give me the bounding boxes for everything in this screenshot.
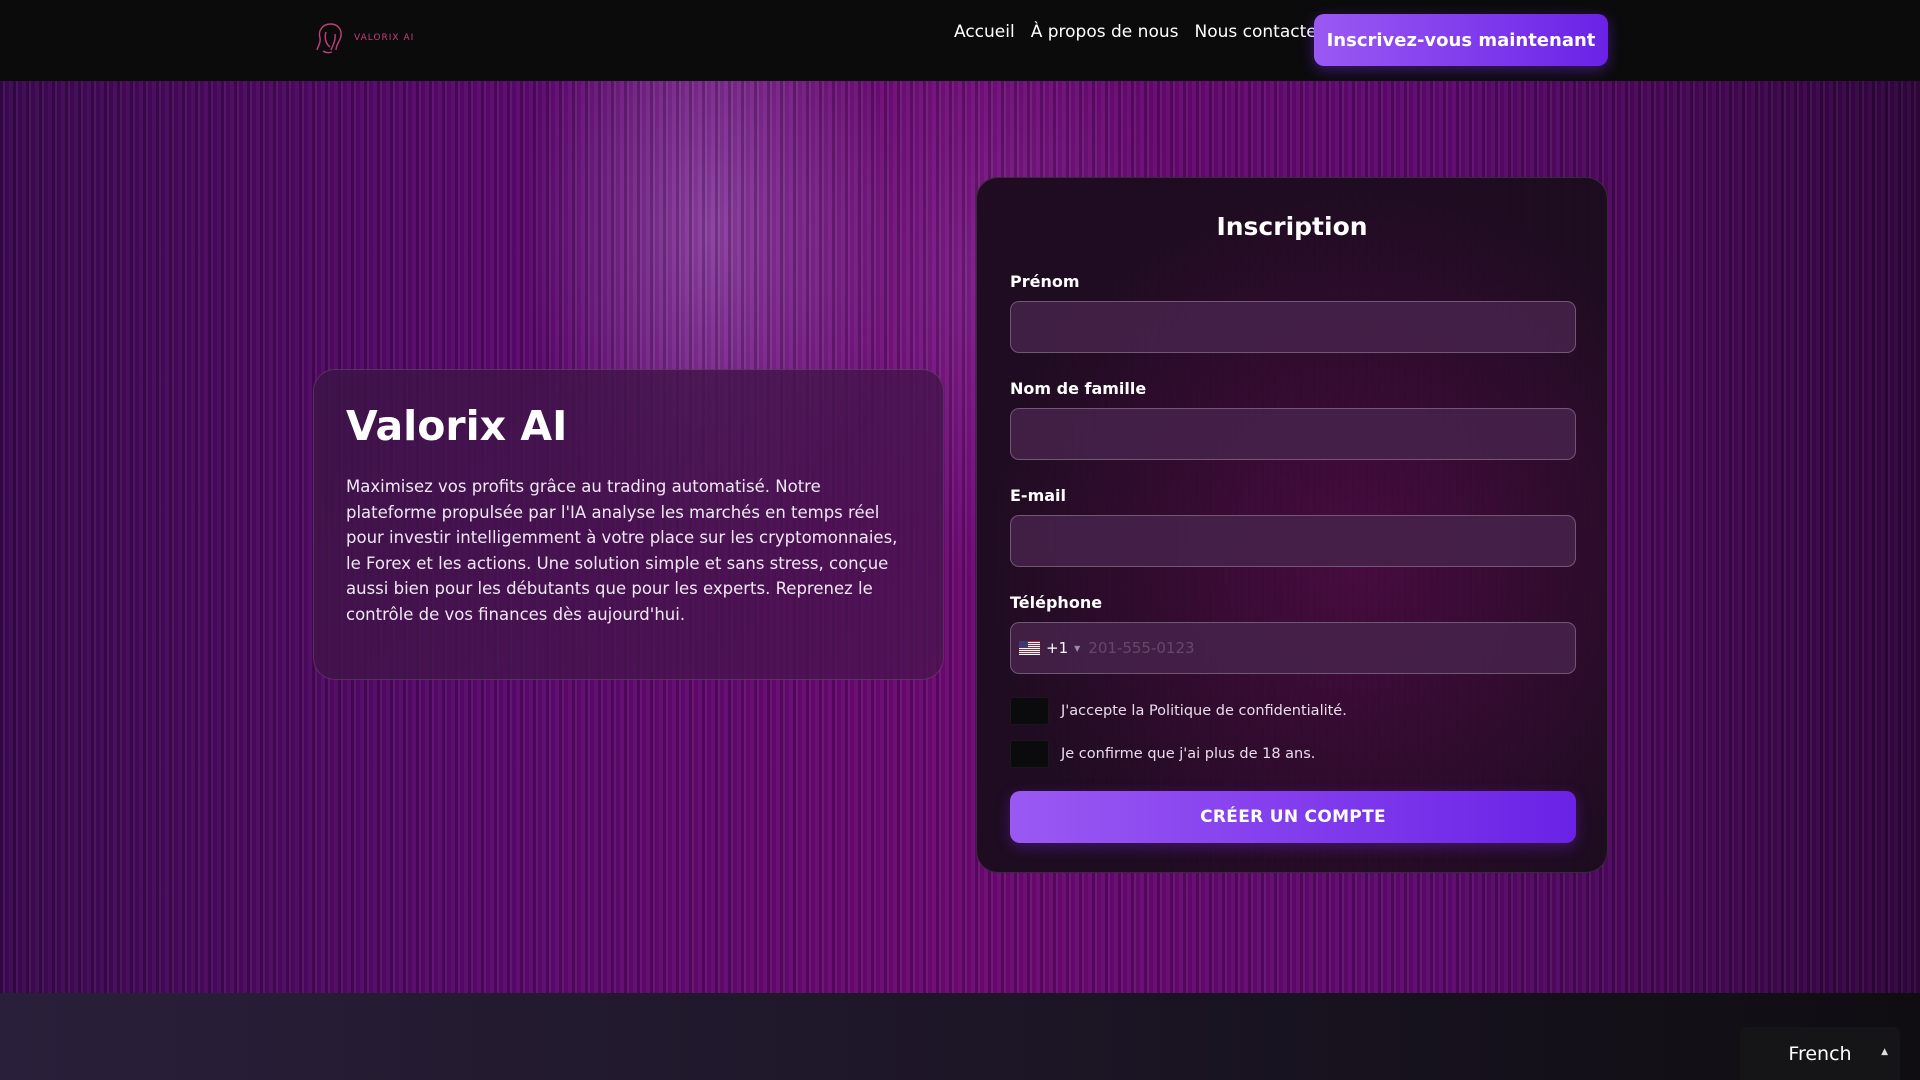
hero-description: Maximisez vos profits grâce au trading a… (346, 477, 898, 624)
info-card: Valorix AI Maximisez vos profits grâce a… (313, 369, 944, 680)
us-flag-icon[interactable] (1019, 641, 1040, 655)
phone-input[interactable] (1080, 623, 1575, 673)
signup-form: Inscription Prénom Nom de famille E-mail… (976, 177, 1608, 873)
hero-title: Valorix AI (346, 402, 568, 450)
phone-field: +1 ▼ (1010, 622, 1576, 674)
privacy-consent-row: J'accepte la Politique de confidentialit… (1010, 697, 1574, 725)
footer-band (0, 993, 1920, 1080)
email-input[interactable] (1010, 515, 1576, 567)
email-label: E-mail (1010, 486, 1067, 505)
language-selector[interactable]: French ▲ (1740, 1027, 1900, 1080)
last-name-input[interactable] (1010, 408, 1576, 460)
privacy-checkbox-label: J'accepte la Politique de confidentialit… (1061, 703, 1347, 719)
first-name-input[interactable] (1010, 301, 1576, 353)
age-checkbox-label: Je confirme que j'ai plus de 18 ans. (1061, 746, 1316, 762)
nav-link-home[interactable]: Accueil (954, 22, 1015, 42)
main-nav: Accueil À propos de nous Nous contacter (954, 22, 1324, 42)
age-checkbox[interactable] (1010, 740, 1049, 768)
logo[interactable]: VALORIX AI (314, 20, 414, 56)
language-selected-label: French (1788, 1042, 1852, 1065)
logo-mark-icon (316, 23, 342, 54)
age-confirm-row: Je confirme que j'ai plus de 18 ans. (1010, 740, 1574, 768)
first-name-label: Prénom (1010, 272, 1080, 291)
logo-text: VALORIX AI (354, 33, 415, 43)
nav-link-contact[interactable]: Nous contacter (1194, 22, 1323, 42)
create-account-button[interactable]: CRÉER UN COMPTE (1010, 791, 1576, 843)
form-title: Inscription (1216, 212, 1368, 241)
top-header: VALORIX AI Accueil À propos de nous Nous… (0, 0, 1920, 81)
hero-section (0, 81, 1920, 993)
nav-link-about[interactable]: À propos de nous (1031, 22, 1179, 42)
caret-up-icon: ▲ (1881, 1047, 1888, 1057)
phone-label: Téléphone (1010, 593, 1103, 612)
privacy-checkbox[interactable] (1010, 697, 1049, 725)
signup-now-button[interactable]: Inscrivez-vous maintenant (1314, 14, 1608, 66)
last-name-label: Nom de famille (1010, 379, 1147, 398)
country-dial-code[interactable]: +1 (1046, 639, 1068, 657)
